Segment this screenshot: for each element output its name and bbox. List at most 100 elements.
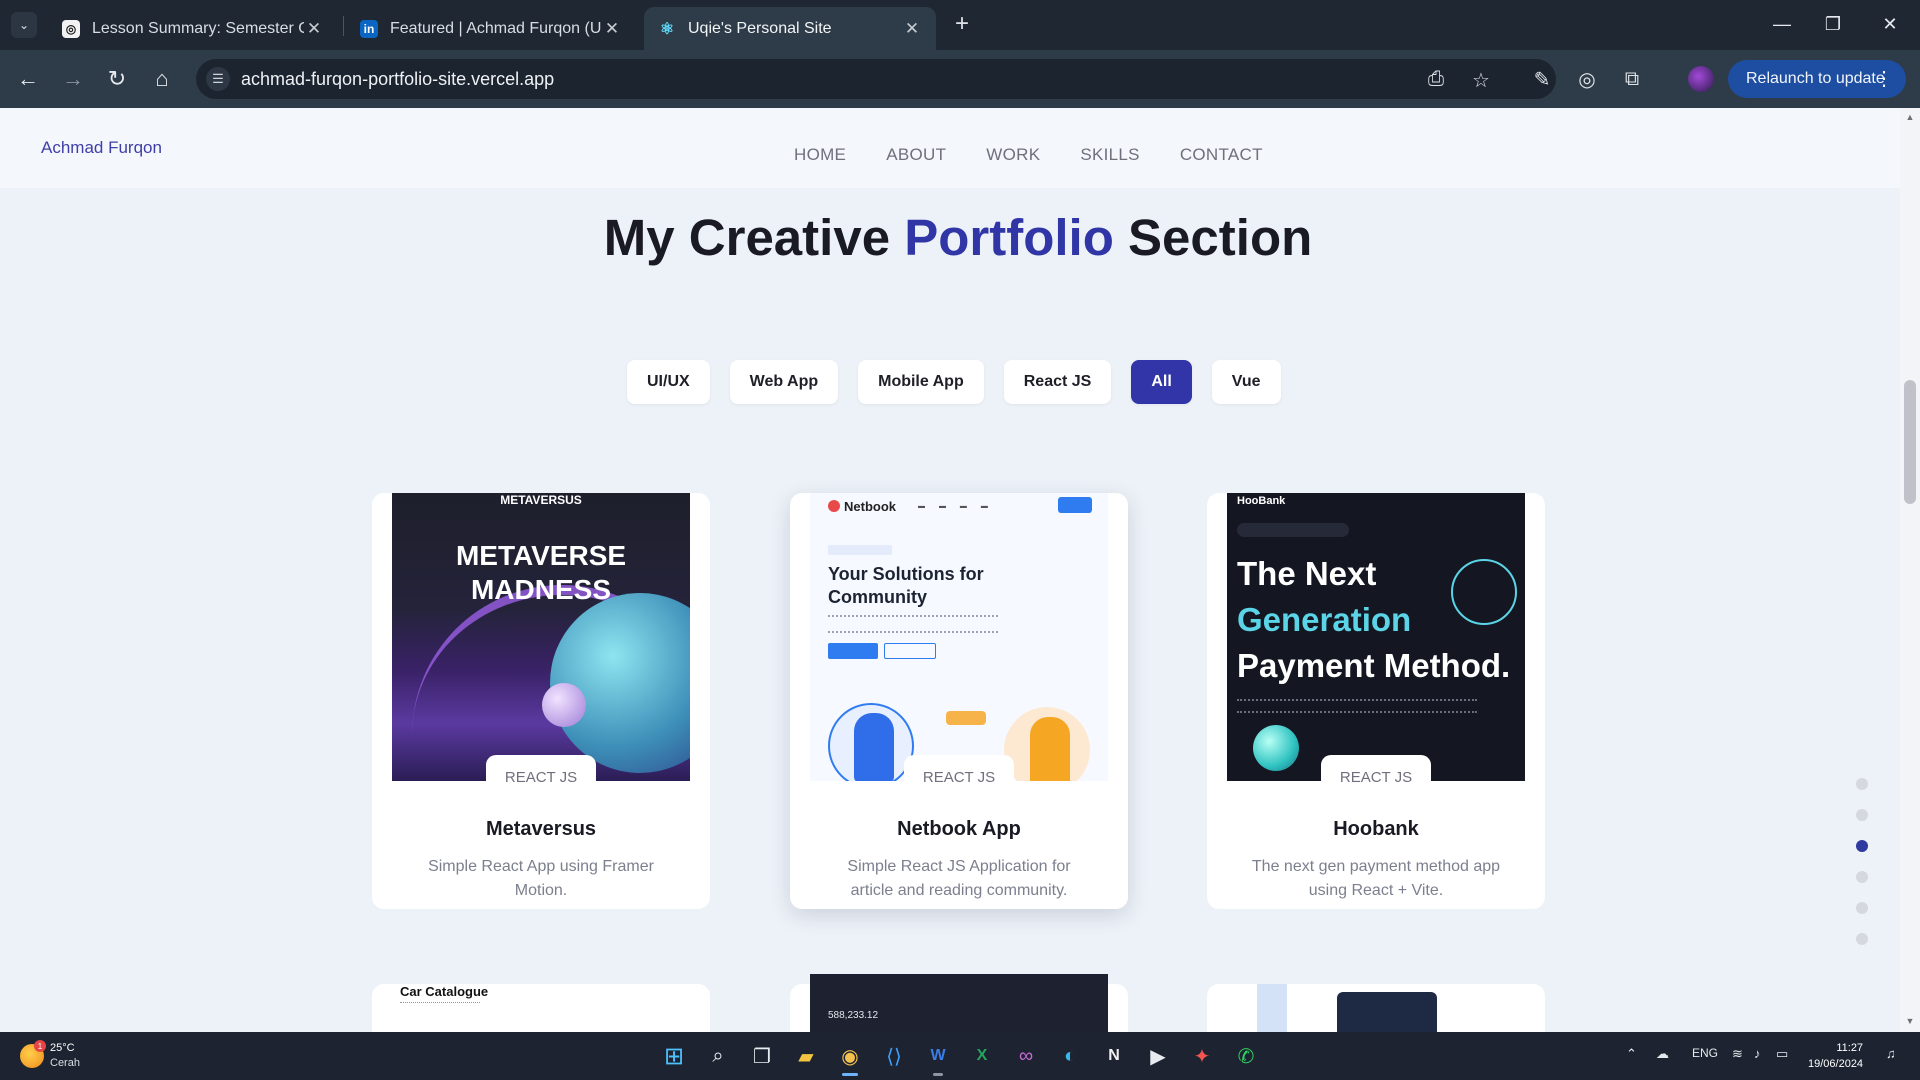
linkedin-icon: in	[360, 19, 378, 38]
weather-badge: 1	[34, 1040, 46, 1052]
project-card-dashboard[interactable]: 588,233.12	[790, 974, 1128, 1032]
section-dot-work[interactable]	[1856, 840, 1868, 852]
section-heading: My Creative Portfolio Section	[603, 209, 1313, 266]
address-bar[interactable]: ☰ achmad-furqon-portfolio-site.vercel.ap…	[196, 59, 1556, 99]
section-dot-testimonials[interactable]	[1856, 902, 1868, 914]
task-view-icon[interactable]: ❐	[746, 1040, 778, 1072]
word-icon[interactable]: W	[922, 1040, 954, 1076]
nav-about[interactable]: ABOUT	[886, 145, 946, 165]
home-button[interactable]: ⌂	[146, 63, 178, 95]
chat-bubble-graphic	[946, 711, 986, 725]
close-tab-icon[interactable]: ✕	[902, 19, 922, 39]
project-tag: REACT JS	[486, 755, 596, 799]
project-thumbnail[interactable]	[1257, 984, 1495, 1032]
project-thumbnail[interactable]: HooBank The Next Generation Payment Method…	[1227, 493, 1525, 781]
project-card-netbook[interactable]: Netbook ▬ ▬ ▬ ▬ Your Solutions for Commu…	[790, 493, 1128, 909]
onedrive-cloud-icon[interactable]: ☁	[1656, 1046, 1669, 1062]
profile-avatar[interactable]	[1688, 66, 1714, 92]
url-text[interactable]: achmad-furqon-portfolio-site.vercel.app	[241, 69, 554, 90]
back-button[interactable]: ←	[12, 63, 44, 95]
project-tag: REACT JS	[904, 755, 1014, 799]
site-brand[interactable]: Achmad Furqon	[41, 138, 162, 158]
tab-personal-site[interactable]: ⚛ Uqie's Personal Site ✕	[644, 7, 936, 50]
filter-mobile-app[interactable]: Mobile App	[858, 360, 984, 404]
app-loop-icon[interactable]: ∞	[1010, 1040, 1042, 1072]
project-card-hoobank[interactable]: HooBank The Next Generation Payment Method…	[1207, 493, 1545, 909]
thumbnail-join-button	[1058, 497, 1092, 513]
reload-button[interactable]: ↻	[101, 63, 133, 95]
nav-home[interactable]: HOME	[794, 145, 846, 165]
project-thumbnail[interactable]: METAVERSUS METAVERSE MADNESS	[392, 493, 690, 781]
volume-icon[interactable]: ♪	[1754, 1046, 1761, 1061]
project-thumbnail[interactable]: 588,233.12	[810, 974, 1108, 1032]
weather-condition[interactable]: Cerah	[50, 1057, 80, 1069]
battery-icon[interactable]: ▭	[1776, 1046, 1788, 1062]
scrollbar-thumb[interactable]	[1904, 380, 1916, 504]
extension-target-icon[interactable]: ◎	[1573, 65, 1601, 93]
site-info-icon[interactable]: ☰	[206, 67, 230, 91]
more-menu-icon[interactable]: ⋮	[1874, 66, 1894, 91]
page-viewport: Achmad Furqon HOME ABOUT WORK SKILLS CON…	[0, 108, 1900, 1032]
nav-skills[interactable]: SKILLS	[1080, 145, 1139, 165]
bookmark-star-icon[interactable]: ☆	[1472, 68, 1490, 93]
page-scrollbar[interactable]: ▲ ▼	[1900, 108, 1920, 1032]
get-started-ring	[1451, 559, 1517, 625]
excel-icon[interactable]: X	[966, 1040, 998, 1072]
thumbnail-menu: ▬ ▬ ▬ ▬	[918, 503, 994, 510]
extensions-puzzle-icon[interactable]: ⧉	[1618, 65, 1646, 93]
forward-button[interactable]: →	[57, 63, 89, 95]
scroll-up-icon[interactable]: ▲	[1904, 112, 1916, 124]
tab-linkedin[interactable]: in Featured | Achmad Furqon (Uq ✕	[346, 7, 636, 50]
new-tab-button[interactable]: +	[948, 10, 976, 38]
media-player-icon[interactable]: ▶	[1142, 1040, 1174, 1072]
section-dot-home[interactable]	[1856, 778, 1868, 790]
vscode-icon[interactable]: ⟨⟩	[878, 1040, 910, 1072]
weather-temperature[interactable]: 25°C	[50, 1042, 75, 1054]
chevron-down-icon: ⌄	[18, 18, 30, 32]
nav-contact[interactable]: CONTACT	[1180, 145, 1263, 165]
section-dot-skills[interactable]	[1856, 871, 1868, 883]
wifi-icon[interactable]: ≋	[1732, 1046, 1743, 1062]
close-window-button[interactable]: ✕	[1868, 8, 1912, 40]
close-tab-icon[interactable]: ✕	[602, 19, 622, 39]
file-explorer-icon[interactable]: ▰	[790, 1040, 822, 1072]
project-title: Netbook App	[897, 818, 1021, 840]
search-icon[interactable]: ⌕	[702, 1040, 734, 1072]
chrome-icon[interactable]: ◉	[834, 1040, 866, 1076]
install-app-icon[interactable]: ⎙	[1428, 68, 1444, 91]
tab-lesson-summary[interactable]: ◎ Lesson Summary: Semester Ove ✕	[48, 7, 338, 50]
project-card-car-catalogue[interactable]: Car Catalogue	[372, 984, 710, 1032]
close-tab-icon[interactable]: ✕	[304, 19, 324, 39]
filter-vue[interactable]: Vue	[1211, 360, 1281, 404]
project-description: The next gen payment method app using Re…	[1251, 858, 1501, 899]
figma-icon[interactable]: ✦	[1186, 1040, 1218, 1072]
language-indicator[interactable]: ENG	[1692, 1046, 1718, 1060]
nav-work[interactable]: WORK	[986, 145, 1040, 165]
filter-all[interactable]: All	[1131, 360, 1192, 404]
edge-icon[interactable]: ◐	[1054, 1040, 1086, 1072]
project-card-metaversus[interactable]: METAVERSUS METAVERSE MADNESS REACT JS Met…	[372, 493, 710, 909]
notion-icon[interactable]: N	[1098, 1040, 1130, 1072]
project-description: Simple React JS Application for article …	[847, 858, 1071, 899]
scroll-down-icon[interactable]: ▼	[1904, 1016, 1916, 1028]
section-dot-contact[interactable]	[1856, 933, 1868, 945]
filter-react-js[interactable]: React JS	[1003, 360, 1112, 404]
person-illustration	[1004, 707, 1090, 781]
windows-start-icon[interactable]: ⊞	[658, 1040, 690, 1072]
eyedropper-icon[interactable]: ✎	[1528, 65, 1556, 93]
restore-button[interactable]: ❐	[1811, 8, 1855, 40]
filter-uiux[interactable]: UI/UX	[627, 360, 710, 404]
filter-web-app[interactable]: Web App	[729, 360, 839, 404]
react-icon: ⚛	[659, 20, 675, 38]
tray-chevron-up-icon[interactable]: ⌃	[1626, 1046, 1637, 1062]
whatsapp-icon[interactable]: ✆	[1230, 1040, 1262, 1072]
system-clock[interactable]: 11:27 19/06/2024	[1808, 1040, 1863, 1072]
project-thumbnail[interactable]: Netbook ▬ ▬ ▬ ▬ Your Solutions for Commu…	[810, 493, 1108, 781]
notification-bell-icon[interactable]: ♫	[1886, 1046, 1896, 1061]
tab-search-button[interactable]: ⌄	[11, 12, 37, 38]
openai-icon: ◎	[62, 19, 80, 38]
relaunch-button[interactable]: Relaunch to update ⋮	[1728, 60, 1906, 98]
minimize-button[interactable]: —	[1760, 8, 1804, 40]
section-dot-about[interactable]	[1856, 809, 1868, 821]
project-card-bag-store[interactable]	[1207, 984, 1545, 1032]
